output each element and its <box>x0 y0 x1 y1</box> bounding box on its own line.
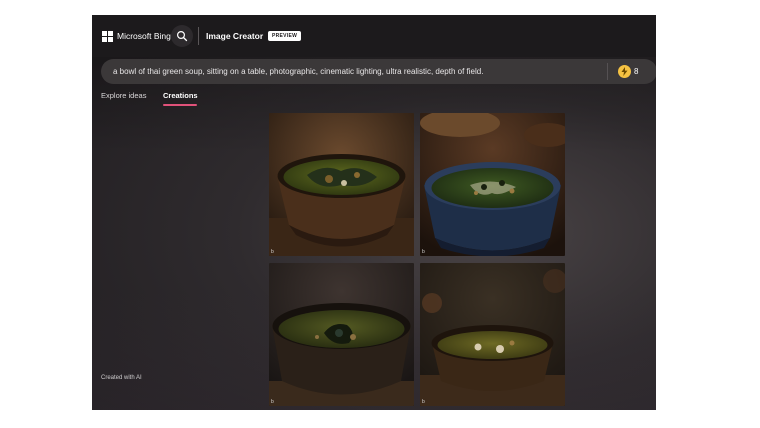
prompt-input[interactable]: a bowl of thai green soup, sitting on a … <box>101 59 656 84</box>
prompt-divider <box>607 63 608 80</box>
generated-image-3[interactable]: b <box>269 263 414 406</box>
image-badge: b <box>271 249 274 255</box>
search-button[interactable] <box>171 25 193 47</box>
active-tab-indicator <box>163 104 197 106</box>
generated-image-4[interactable]: b <box>420 263 565 406</box>
image-badge: b <box>271 399 274 405</box>
created-with-ai-label: Created with AI <box>101 375 142 381</box>
boost-count: 8 <box>634 67 639 76</box>
boost-bolt-icon <box>618 65 631 78</box>
microsoft-logo-icon[interactable] <box>102 31 113 42</box>
preview-badge: PREVIEW <box>268 31 302 41</box>
image-grid: b b b b <box>269 113 565 406</box>
prompt-text[interactable]: a bowl of thai green soup, sitting on a … <box>113 67 483 77</box>
image-badge: b <box>422 399 425 405</box>
search-icon <box>176 30 188 42</box>
generated-image-2[interactable]: b <box>420 113 565 256</box>
image-badge: b <box>422 249 425 255</box>
tab-explore-ideas[interactable]: Explore ideas <box>101 91 146 101</box>
app-window: Microsoft Bing Image Creator PREVIEW a b… <box>92 15 656 410</box>
app-title[interactable]: Image Creator <box>206 30 263 42</box>
header-divider <box>198 27 199 45</box>
tab-creations[interactable]: Creations <box>163 91 198 101</box>
generated-image-1[interactable]: b <box>269 113 414 256</box>
top-header: Microsoft Bing Image Creator PREVIEW <box>92 15 656 57</box>
brand-name[interactable]: Microsoft Bing <box>117 30 171 42</box>
